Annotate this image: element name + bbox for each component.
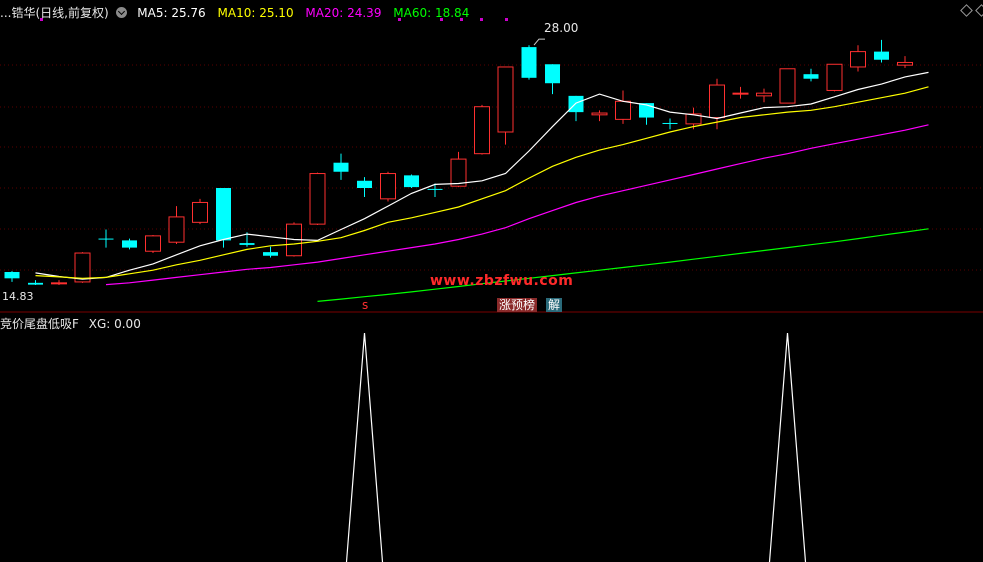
- candle-body-up: [850, 51, 866, 68]
- low-price-label: 14.83: [2, 290, 34, 303]
- candle-body-up: [615, 100, 631, 120]
- ma10-label: MA10: 25.10: [217, 6, 294, 20]
- candle-body-down: [98, 238, 114, 240]
- candle-body-down: [545, 64, 560, 84]
- candle-body-down: [427, 188, 443, 190]
- signal-tag-s: s: [362, 298, 369, 312]
- candle-body-up: [450, 158, 467, 187]
- high-price-pointer: [533, 38, 545, 46]
- high-price-label: 28.00: [544, 21, 579, 35]
- candle-body-up: [309, 173, 326, 225]
- candle-body-up: [591, 112, 608, 116]
- ma-line-ma60: [317, 228, 929, 302]
- indicator-xg-value: XG: 0.00: [88, 317, 141, 331]
- candle-body-up: [497, 66, 514, 133]
- signal-marker: [480, 18, 483, 21]
- candle-body-down: [662, 122, 678, 124]
- xg-signal-spike: [768, 332, 807, 562]
- signal-tag-zhang[interactable]: 涨预榜: [497, 298, 538, 312]
- candle-body-down: [239, 243, 255, 245]
- candle-body-down: [28, 282, 43, 285]
- candle-body-down: [216, 188, 231, 241]
- signal-tag-jie[interactable]: 解: [546, 298, 563, 312]
- candle-body-up: [732, 92, 749, 95]
- candle-body-down: [568, 95, 584, 113]
- candle-body-up: [51, 282, 67, 285]
- candle-body-down: [874, 51, 889, 60]
- candle-body-down: [333, 162, 349, 172]
- candle-body-down: [803, 74, 819, 79]
- ma60-label: MA60: 18.84: [393, 6, 470, 20]
- candle-body-up: [779, 68, 796, 104]
- candle-body-down: [404, 175, 419, 188]
- candle-body-up: [192, 201, 208, 223]
- xg-signal-spike: [345, 332, 384, 562]
- watermark: www.zbzfwu.com: [430, 273, 574, 289]
- settings-icon[interactable]: [116, 7, 128, 18]
- candle-body-up: [145, 235, 161, 252]
- ma20-label: MA20: 24.39: [305, 6, 382, 20]
- ma5-label: MA5: 25.76: [137, 6, 206, 20]
- candle-body-up: [756, 92, 772, 97]
- chart-header: ...锆华(日线,前复权) MA5: 25.76 MA10: 25.10 MA2…: [0, 4, 477, 20]
- signal-marker: [505, 18, 508, 21]
- candle-body-down: [357, 180, 372, 188]
- indicator-title: 竞价尾盘低吸F: [0, 317, 79, 331]
- candle-body-down: [521, 47, 537, 78]
- candle-body-down: [263, 252, 278, 256]
- candle-body-up: [826, 63, 843, 91]
- indicator-header: 竞价尾盘低吸F XG: 0.00: [0, 315, 141, 331]
- candle-body-down: [122, 240, 137, 248]
- candle-body-up: [380, 173, 396, 200]
- stock-title: ...锆华(日线,前复权): [0, 6, 109, 20]
- candle-body-up: [897, 61, 913, 66]
- candle-body-up: [709, 84, 725, 119]
- candle-body-up: [474, 106, 490, 155]
- candle-body-up: [168, 216, 185, 243]
- candle-body-down: [4, 272, 20, 279]
